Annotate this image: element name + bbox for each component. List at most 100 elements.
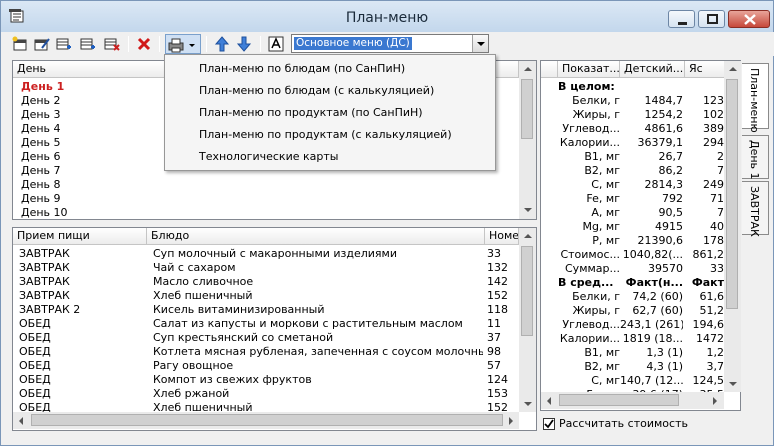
day-list-item[interactable]: День 8 <box>21 178 511 192</box>
edit-menu-icon[interactable] <box>32 34 52 54</box>
meal-cell[interactable]: ЗАВТРАК <box>19 275 147 289</box>
side-tab-meal[interactable]: ЗАВТРАК <box>742 181 769 237</box>
dish-cell[interactable]: Хлеб ржаной <box>153 387 483 401</box>
side-tab-day[interactable]: День 1 <box>742 135 769 180</box>
dish-cell[interactable]: Суп крестьянский со сметаной <box>153 331 483 345</box>
dish-number-cell[interactable]: 37 <box>487 331 519 345</box>
dish-number-cell[interactable]: 33 <box>487 247 519 261</box>
dish-number-cell[interactable]: 142 <box>487 275 519 289</box>
print-menu-button[interactable] <box>165 34 201 54</box>
meals-header-number[interactable]: Номе <box>485 228 519 245</box>
dish-number-cell[interactable]: 124 <box>487 373 519 387</box>
stats-header-kids[interactable]: Детский... <box>620 61 685 78</box>
calc-cost-checkbox[interactable] <box>543 418 555 430</box>
chevron-down-icon[interactable] <box>472 35 488 52</box>
meals-hscrollbar[interactable] <box>13 412 519 429</box>
meal-cell[interactable]: ЗАВТРАК <box>19 261 147 275</box>
dish-number-cell[interactable]: 132 <box>487 261 519 275</box>
meals-scroll-thumb[interactable] <box>521 246 533 336</box>
meal-cell[interactable]: ОБЕД <box>19 331 147 345</box>
dish-cell[interactable]: Салат из капусты и моркови с растительны… <box>153 317 483 331</box>
meal-cell[interactable]: ОБЕД <box>19 345 147 359</box>
meal-cell[interactable]: ЗАВТРАК 2 <box>19 303 147 317</box>
dish-cell[interactable]: Кисель витаминизированный <box>153 303 483 317</box>
stats-label-cell: Fe, мг <box>586 192 620 205</box>
dish-number-cell[interactable]: 152 <box>487 289 519 303</box>
meals-header-dish[interactable]: Блюдо <box>147 228 485 245</box>
stats-hscrollbar[interactable] <box>541 392 724 409</box>
meals-vscrollbar[interactable] <box>519 228 536 412</box>
day-list-item[interactable]: День 10 <box>21 206 511 220</box>
stats-kids-cell: 1040,82(... <box>622 248 683 261</box>
stats-header-indicator[interactable]: Показат... <box>558 61 620 78</box>
meal-cell[interactable]: ОБЕД <box>19 373 147 387</box>
stats-header-nursery[interactable]: Яс <box>685 61 725 78</box>
meal-cell[interactable]: ОБЕД <box>19 387 147 401</box>
dish-number-cell[interactable]: 11 <box>487 317 519 331</box>
new-menu-icon[interactable] <box>10 34 30 54</box>
stats-label-cell: P, мг <box>592 234 620 247</box>
dish-number-cell[interactable]: 118 <box>487 303 519 317</box>
stats-label-cell: B2, мг <box>584 164 620 177</box>
dish-cell[interactable]: Масло сливочное <box>153 275 483 289</box>
dish-cell[interactable]: Хлеб пшеничный <box>153 289 483 303</box>
stats-nursery-cell: 40 <box>710 220 724 233</box>
stats-hscroll-thumb[interactable] <box>559 394 679 406</box>
dish-cell[interactable]: Рагу овощное <box>153 359 483 373</box>
report-menu-item[interactable]: План-меню по продуктам (по СанПиН) <box>199 103 423 123</box>
days-scroll-thumb[interactable] <box>521 79 533 139</box>
stats-nursery-cell: 861,2 <box>692 248 725 261</box>
stats-kids-cell: 1254,2 <box>644 108 684 121</box>
add-row-icon[interactable] <box>54 34 74 54</box>
delete-row-icon[interactable] <box>102 34 122 54</box>
meal-cell[interactable]: ОБЕД <box>19 317 147 331</box>
move-down-icon[interactable] <box>234 34 254 54</box>
stats-nursery-cell: 71 <box>710 192 724 205</box>
stats-nursery-cell: Факт <box>691 276 724 289</box>
calc-cost-label[interactable]: Рассчитать стоимость <box>559 417 688 430</box>
dish-number-cell[interactable]: 153 <box>487 387 519 401</box>
stats-kids-cell: 86,2 <box>658 164 684 177</box>
close-button[interactable] <box>728 10 770 28</box>
stats-label-cell: B1, мг <box>584 346 620 359</box>
dish-cell[interactable]: Компот из свежих фруктов <box>153 373 483 387</box>
stats-label-cell: В целом: <box>558 80 615 93</box>
meals-header-meal[interactable]: Прием пищи <box>13 228 147 245</box>
dish-number-cell[interactable]: 98 <box>487 345 519 359</box>
dish-cell[interactable]: Котлета мясная рубленая, запеченная с со… <box>153 345 483 359</box>
report-menu-item[interactable]: План-меню по блюдам (с калькуляцией) <box>199 81 434 101</box>
day-list-item[interactable]: День 9 <box>21 192 511 206</box>
maximize-button[interactable] <box>698 10 725 28</box>
move-up-icon[interactable] <box>212 34 232 54</box>
stats-nursery-cell: 2 <box>717 150 724 163</box>
stats-label-cell: Жиры, г <box>572 108 620 121</box>
meal-cell[interactable]: ЗАВТРАК <box>19 247 147 261</box>
meal-cell[interactable]: ЗАВТРАК <box>19 289 147 303</box>
stats-kids-cell: 792 <box>662 192 683 205</box>
meals-hscroll-thumb[interactable] <box>31 414 503 426</box>
stats-label-cell: Стоимос... <box>560 248 620 261</box>
text-format-icon[interactable] <box>266 34 286 54</box>
dish-cell[interactable]: Суп молочный с макаронными изделиями <box>153 247 483 261</box>
report-menu-item[interactable]: План-меню по блюдам (по СанПиН) <box>199 59 405 79</box>
report-menu-item[interactable]: План-меню по продуктам (с калькуляцией) <box>199 125 452 145</box>
menu-selector-combo[interactable]: Основное меню (ДС) <box>291 34 489 53</box>
stats-vscrollbar[interactable] <box>724 61 741 392</box>
delete-icon[interactable] <box>134 34 154 54</box>
main-window: План-меню Основное меню (ДС) День День 1… <box>0 0 774 446</box>
meals-table: Прием пищи Блюдо Номе ЗАВТРАК Суп молочны… <box>12 227 537 431</box>
report-menu-item[interactable]: Технологические карты <box>199 147 338 167</box>
side-tab-label: План-меню <box>748 68 761 133</box>
dish-cell[interactable]: Чай с сахаром <box>153 261 483 275</box>
stats-scroll-thumb[interactable] <box>726 79 738 309</box>
meal-cell[interactable]: ОБЕД <box>19 359 147 373</box>
stats-label-cell: В сред... <box>558 276 614 289</box>
stats-kids-cell: 39570 <box>648 262 683 275</box>
dish-number-cell[interactable]: 57 <box>487 359 519 373</box>
stats-nursery-cell: 294 <box>703 136 724 149</box>
days-scrollbar[interactable] <box>519 61 536 219</box>
side-tab-plan-menu[interactable]: План-меню <box>742 63 769 133</box>
minimize-button[interactable] <box>668 10 695 28</box>
toolbar-separator <box>128 36 129 52</box>
insert-row-icon[interactable] <box>78 34 98 54</box>
